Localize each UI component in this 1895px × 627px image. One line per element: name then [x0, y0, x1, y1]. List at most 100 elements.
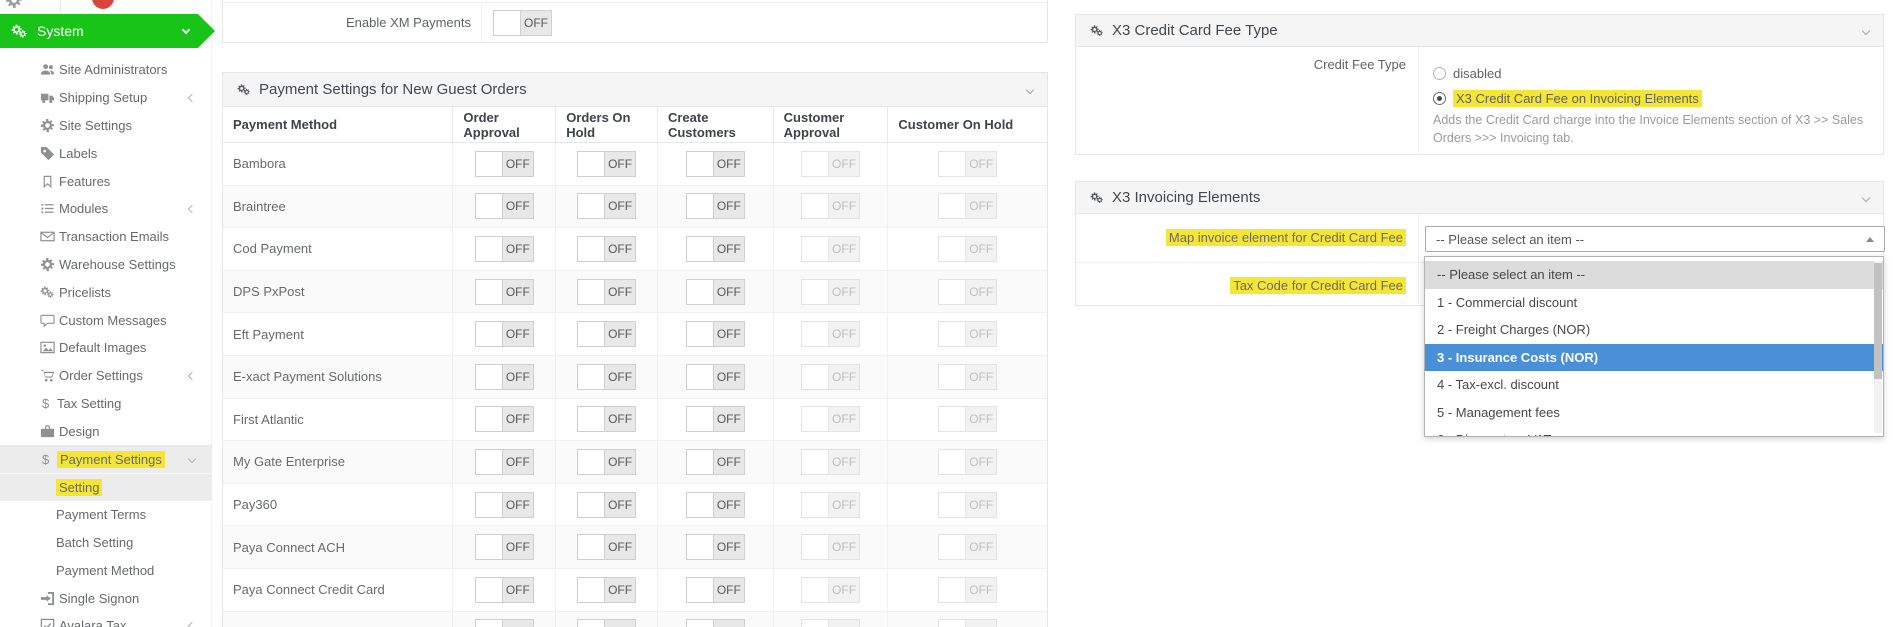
toggle-create-customers[interactable]: OFF [685, 278, 745, 305]
toggle-order-approval[interactable]: OFF [474, 448, 534, 475]
toggle-orders-on-hold[interactable]: OFF [577, 150, 637, 177]
sidebar-item-warehouse-settings[interactable]: Warehouse Settings [0, 251, 212, 279]
sidebar-item-design[interactable]: Design [0, 417, 212, 445]
toggle-order-approval[interactable]: OFF [474, 321, 534, 348]
toggle-customer-on-hold[interactable]: OFF [938, 193, 998, 220]
sidebar-item-site-settings[interactable]: Site Settings [0, 112, 212, 140]
radio-option-disabled[interactable]: disabled [1433, 66, 1501, 81]
toggle-create-customers[interactable]: OFF [685, 150, 745, 177]
toggle-orders-on-hold[interactable]: OFF [577, 363, 637, 390]
sidebar-item-payment-settings[interactable]: $ Payment Settings [0, 445, 212, 473]
toggle-create-customers[interactable]: OFF [685, 321, 745, 348]
toggle-order-approval[interactable]: OFF [474, 534, 534, 561]
dropdown-option[interactable]: 1 - Commercial discount [1425, 289, 1883, 317]
toggle-customer-approval[interactable]: OFF [801, 491, 861, 518]
toggle-create-customers[interactable]: OFF [685, 534, 745, 561]
toggle-customer-approval[interactable]: OFF [801, 576, 861, 603]
toggle-order-approval[interactable]: OFF [474, 619, 534, 627]
radio-selected-icon[interactable] [1433, 92, 1446, 105]
sidebar-item-default-images[interactable]: Default Images [0, 334, 212, 362]
scrollbar-thumb[interactable] [1874, 263, 1882, 379]
radio-icon[interactable] [1433, 67, 1446, 80]
toggle-orders-on-hold[interactable]: OFF [577, 534, 637, 561]
toggle-create-customers[interactable]: OFF [685, 406, 745, 433]
sidebar-item-batch-setting[interactable]: Batch Setting [0, 529, 212, 557]
sidebar-item-site-administrators[interactable]: Site Administrators [0, 56, 212, 84]
toggle-create-customers[interactable]: OFF [685, 491, 745, 518]
toggle-customer-approval[interactable]: OFF [801, 406, 861, 433]
sidebar-header-system[interactable]: System [0, 14, 215, 48]
toggle-order-approval[interactable]: OFF [474, 363, 534, 390]
toggle-order-approval[interactable]: OFF [474, 576, 534, 603]
toggle-customer-approval[interactable]: OFF [801, 278, 861, 305]
toggle-enable-xm-payments[interactable]: OFF [493, 9, 552, 36]
toggle-create-customers[interactable]: OFF [685, 576, 745, 603]
toggle-create-customers[interactable]: OFF [685, 619, 745, 627]
sidebar-item-features[interactable]: Features [0, 167, 212, 195]
sidebar-item-avalara-tax[interactable]: Avalara Tax [0, 612, 212, 627]
toggle-customer-on-hold[interactable]: OFF [938, 278, 998, 305]
sidebar-item-tax-setting[interactable]: $ Tax Setting [0, 390, 212, 418]
toggle-orders-on-hold[interactable]: OFF [577, 235, 637, 262]
toggle-orders-on-hold[interactable]: OFF [577, 448, 637, 475]
toggle-orders-on-hold[interactable]: OFF [577, 193, 637, 220]
toggle-customer-on-hold[interactable]: OFF [938, 363, 998, 390]
toggle-customer-on-hold[interactable]: OFF [938, 406, 998, 433]
radio-option-invoicing-elements[interactable]: X3 Credit Card Fee on Invoicing Elements [1433, 90, 1702, 107]
toggle-customer-on-hold[interactable]: OFF [938, 321, 998, 348]
dropdown-option[interactable]: -- Please select an item -- [1425, 261, 1883, 289]
toggle-orders-on-hold[interactable]: OFF [577, 278, 637, 305]
sidebar-item-labels[interactable]: Labels [0, 139, 212, 167]
toggle-order-approval[interactable]: OFF [474, 150, 534, 177]
invoice-element-select[interactable]: -- Please select an item -- [1425, 226, 1885, 252]
toggle-order-approval[interactable]: OFF [474, 278, 534, 305]
panel-header[interactable]: Payment Settings for New Guest Orders [223, 73, 1047, 107]
toggle-customer-on-hold[interactable]: OFF [938, 576, 998, 603]
toggle-create-customers[interactable]: OFF [685, 448, 745, 475]
toggle-customer-approval[interactable]: OFF [801, 619, 861, 627]
toggle-customer-approval[interactable]: OFF [801, 150, 861, 177]
sidebar-item-transaction-emails[interactable]: Transaction Emails [0, 223, 212, 251]
toggle-customer-approval[interactable]: OFF [801, 321, 861, 348]
panel-header[interactable]: X3 Credit Card Fee Type [1076, 15, 1883, 47]
toggle-customer-on-hold[interactable]: OFF [938, 235, 998, 262]
sidebar-item-modules[interactable]: Modules [0, 195, 212, 223]
toggle-order-approval[interactable]: OFF [474, 491, 534, 518]
sidebar-item-single-signon[interactable]: Single Signon [0, 584, 212, 612]
toggle-order-approval[interactable]: OFF [474, 235, 534, 262]
toggle-customer-approval[interactable]: OFF [801, 534, 861, 561]
toggle-order-approval[interactable]: OFF [474, 406, 534, 433]
sidebar-item-custom-messages[interactable]: Custom Messages [0, 306, 212, 334]
sidebar-item-shipping-setup[interactable]: Shipping Setup [0, 84, 212, 112]
toggle-customer-approval[interactable]: OFF [801, 363, 861, 390]
sidebar-item-pricelists[interactable]: Pricelists [0, 278, 212, 306]
toggle-customer-on-hold[interactable]: OFF [938, 491, 998, 518]
scrollbar-track[interactable] [1874, 261, 1882, 433]
toggle-create-customers[interactable]: OFF [685, 235, 745, 262]
sidebar-item-payment-terms[interactable]: Payment Terms [0, 501, 212, 529]
collapse-chevron-icon[interactable] [1025, 85, 1035, 94]
toggle-customer-approval[interactable]: OFF [801, 193, 861, 220]
toggle-create-customers[interactable]: OFF [685, 193, 745, 220]
sidebar-item-payment-method[interactable]: Payment Method [0, 556, 212, 584]
dropdown-option[interactable]: 2 - Freight Charges (NOR) [1425, 316, 1883, 344]
toggle-orders-on-hold[interactable]: OFF [577, 406, 637, 433]
collapse-chevron-icon[interactable] [1861, 193, 1871, 202]
collapse-chevron-icon[interactable] [1861, 26, 1871, 35]
sidebar-item-order-settings[interactable]: Order Settings [0, 362, 212, 390]
dropdown-option-partial[interactable]: 6 - Discount on VAT [1425, 426, 1883, 436]
dropdown-option-highlighted[interactable]: 3 - Insurance Costs (NOR) [1425, 343, 1883, 371]
toggle-customer-on-hold[interactable]: OFF [938, 448, 998, 475]
toggle-customer-on-hold[interactable]: OFF [938, 534, 998, 561]
sidebar-item-setting[interactable]: Setting [0, 472, 212, 501]
toggle-create-customers[interactable]: OFF [685, 363, 745, 390]
toggle-orders-on-hold[interactable]: OFF [577, 491, 637, 518]
toggle-orders-on-hold[interactable]: OFF [577, 321, 637, 348]
dropdown-option[interactable]: 5 - Management fees [1425, 399, 1883, 427]
dropdown-option[interactable]: 4 - Tax-excl. discount [1425, 371, 1883, 399]
toggle-orders-on-hold[interactable]: OFF [577, 576, 637, 603]
toggle-customer-on-hold[interactable]: OFF [938, 619, 998, 627]
toggle-customer-approval[interactable]: OFF [801, 235, 861, 262]
toggle-order-approval[interactable]: OFF [474, 193, 534, 220]
toggle-orders-on-hold[interactable]: OFF [577, 619, 637, 627]
